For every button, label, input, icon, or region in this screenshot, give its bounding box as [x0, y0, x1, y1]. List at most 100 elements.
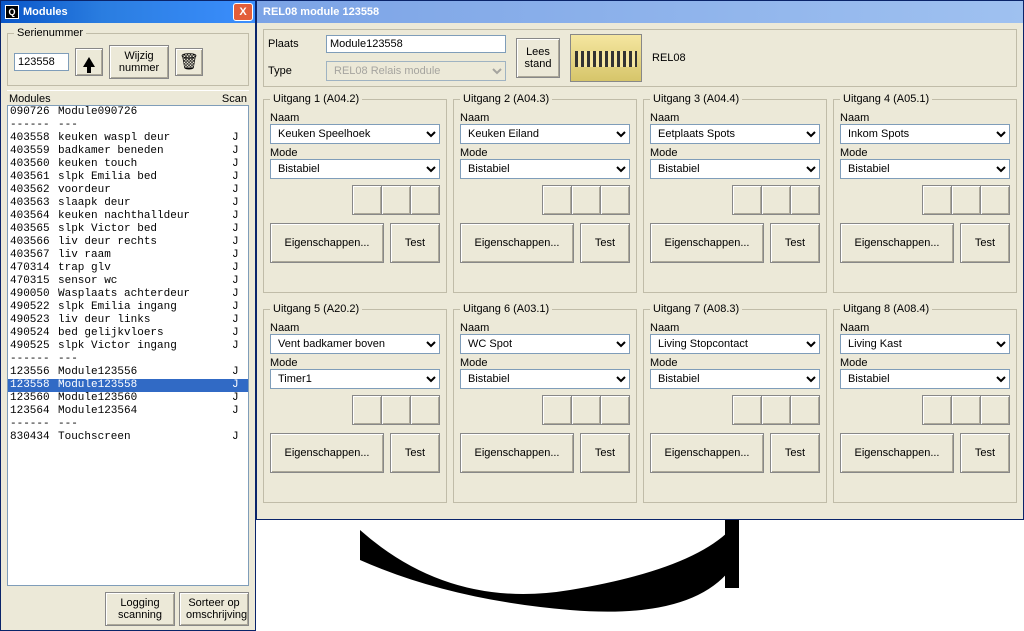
status-icon-2[interactable]: [951, 185, 981, 215]
status-icon-1[interactable]: [352, 395, 382, 425]
naam-select[interactable]: Keuken Speelhoek: [270, 124, 440, 144]
status-icon-1[interactable]: [732, 395, 762, 425]
module-row[interactable]: 490524bed gelijkvloersJ: [8, 327, 248, 340]
status-icon-3[interactable]: [980, 185, 1010, 215]
plaats-input[interactable]: [326, 35, 506, 53]
mode-select[interactable]: Bistabiel: [840, 159, 1010, 179]
status-icon-1[interactable]: [542, 185, 572, 215]
uitgang-legend: Uitgang 7 (A08.3): [650, 303, 742, 315]
module-row[interactable]: ---------: [8, 119, 248, 132]
status-icon-2[interactable]: [761, 395, 791, 425]
status-icon-2[interactable]: [571, 185, 601, 215]
status-icon-3[interactable]: [790, 185, 820, 215]
eigenschappen-button[interactable]: Eigenschappen...: [270, 433, 384, 473]
module-id: 403561: [10, 171, 58, 184]
eigenschappen-button[interactable]: Eigenschappen...: [840, 223, 954, 263]
module-row[interactable]: 123558Module123558J: [8, 379, 248, 392]
mode-select[interactable]: Bistabiel: [650, 369, 820, 389]
module-row[interactable]: 403561slpk Emilia bedJ: [8, 171, 248, 184]
eigenschappen-button[interactable]: Eigenschappen...: [650, 223, 764, 263]
eigenschappen-button[interactable]: Eigenschappen...: [650, 433, 764, 473]
eigenschappen-button[interactable]: Eigenschappen...: [460, 223, 574, 263]
status-icon-1[interactable]: [542, 395, 572, 425]
status-icon-3[interactable]: [790, 395, 820, 425]
module-row[interactable]: 123556Module123556J: [8, 366, 248, 379]
naam-select[interactable]: WC Spot: [460, 334, 630, 354]
status-icon-3[interactable]: [600, 395, 630, 425]
status-icon-2[interactable]: [571, 395, 601, 425]
naam-select[interactable]: Living Stopcontact: [650, 334, 820, 354]
status-icon-2[interactable]: [951, 395, 981, 425]
status-icon-1[interactable]: [922, 185, 952, 215]
test-button[interactable]: Test: [390, 223, 440, 263]
eigenschappen-button[interactable]: Eigenschappen...: [840, 433, 954, 473]
status-icon-3[interactable]: [980, 395, 1010, 425]
module-row[interactable]: 470314trap glvJ: [8, 262, 248, 275]
delete-button[interactable]: 🗑: [175, 48, 203, 76]
module-scan: J: [232, 223, 246, 236]
status-icon-3[interactable]: [600, 185, 630, 215]
test-button[interactable]: Test: [770, 433, 820, 473]
lees-stand-button[interactable]: Lees stand: [516, 38, 560, 78]
status-icon-3[interactable]: [410, 395, 440, 425]
naam-select[interactable]: Keuken Eiland: [460, 124, 630, 144]
module-row[interactable]: 403565slpk Victor bedJ: [8, 223, 248, 236]
module-row[interactable]: 470315sensor wcJ: [8, 275, 248, 288]
module-row[interactable]: ---------: [8, 353, 248, 366]
close-button[interactable]: X: [233, 3, 253, 21]
modules-title: Modules: [23, 6, 233, 18]
module-row[interactable]: 403560keuken touchJ: [8, 158, 248, 171]
module-id: 403558: [10, 132, 58, 145]
module-row[interactable]: 403566liv deur rechtsJ: [8, 236, 248, 249]
status-icon-1[interactable]: [352, 185, 382, 215]
module-row[interactable]: 830434TouchscreenJ: [8, 431, 248, 444]
module-row[interactable]: 490522slpk Emilia ingangJ: [8, 301, 248, 314]
module-row[interactable]: 123564Module123564J: [8, 405, 248, 418]
test-button[interactable]: Test: [580, 433, 630, 473]
logging-scanning-button[interactable]: Logging scanning: [105, 592, 175, 626]
module-row[interactable]: 403563slaapk deurJ: [8, 197, 248, 210]
serienummer-input[interactable]: [14, 53, 69, 71]
test-button[interactable]: Test: [960, 433, 1010, 473]
module-row[interactable]: 123560Module123560J: [8, 392, 248, 405]
test-button[interactable]: Test: [960, 223, 1010, 263]
wijzig-nummer-button[interactable]: Wijzig nummer: [109, 45, 169, 79]
header-scan: Scan: [215, 93, 247, 105]
module-row[interactable]: 403559badkamer benedenJ: [8, 145, 248, 158]
module-row[interactable]: ---------: [8, 418, 248, 431]
mode-select[interactable]: Bistabiel: [650, 159, 820, 179]
status-icon-1[interactable]: [732, 185, 762, 215]
module-row[interactable]: 090726Module090726: [8, 106, 248, 119]
mode-select[interactable]: Bistabiel: [460, 159, 630, 179]
module-name: sensor wc: [58, 275, 232, 288]
naam-select[interactable]: Vent badkamer boven: [270, 334, 440, 354]
serienummer-up-button[interactable]: [75, 48, 103, 76]
status-icon-2[interactable]: [761, 185, 791, 215]
sorteer-button[interactable]: Sorteer op omschrijving: [179, 592, 249, 626]
status-icon-3[interactable]: [410, 185, 440, 215]
mode-select[interactable]: Bistabiel: [270, 159, 440, 179]
module-row[interactable]: 403567liv raamJ: [8, 249, 248, 262]
eigenschappen-button[interactable]: Eigenschappen...: [460, 433, 574, 473]
status-icon-2[interactable]: [381, 395, 411, 425]
naam-select[interactable]: Inkom Spots: [840, 124, 1010, 144]
module-row[interactable]: 403564keuken nachthalldeurJ: [8, 210, 248, 223]
test-button[interactable]: Test: [580, 223, 630, 263]
mode-select[interactable]: Bistabiel: [460, 369, 630, 389]
modules-list[interactable]: 090726Module090726---------403558keuken …: [7, 105, 249, 586]
eigenschappen-button[interactable]: Eigenschappen...: [270, 223, 384, 263]
module-row[interactable]: 403558keuken waspl deurJ: [8, 132, 248, 145]
module-row[interactable]: 403562voordeurJ: [8, 184, 248, 197]
test-button[interactable]: Test: [770, 223, 820, 263]
mode-select[interactable]: Timer1: [270, 369, 440, 389]
naam-select[interactable]: Eetplaats Spots: [650, 124, 820, 144]
module-row[interactable]: 490525slpk Victor ingangJ: [8, 340, 248, 353]
naam-select[interactable]: Living Kast: [840, 334, 1010, 354]
mode-label: Mode: [840, 147, 1010, 159]
module-row[interactable]: 490523liv deur linksJ: [8, 314, 248, 327]
mode-select[interactable]: Bistabiel: [840, 369, 1010, 389]
module-row[interactable]: 490050Wasplaats achterdeurJ: [8, 288, 248, 301]
status-icon-1[interactable]: [922, 395, 952, 425]
test-button[interactable]: Test: [390, 433, 440, 473]
status-icon-2[interactable]: [381, 185, 411, 215]
